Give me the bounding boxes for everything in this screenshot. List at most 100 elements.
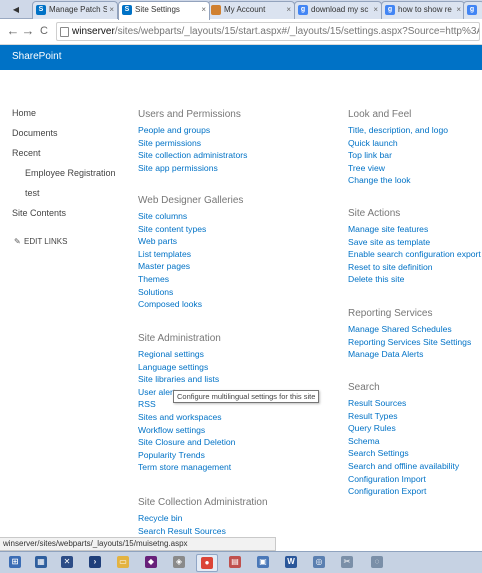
link-people-and-groups[interactable]: People and groups bbox=[138, 124, 247, 137]
link-web-parts[interactable]: Web parts bbox=[138, 235, 243, 248]
link-site-libraries-and-lists[interactable]: Site libraries and lists bbox=[138, 373, 235, 386]
link-site-closure-and-deletion[interactable]: Site Closure and Deletion bbox=[138, 436, 235, 449]
link-tree-view[interactable]: Tree view bbox=[348, 162, 448, 175]
link-site-collection-administrators[interactable]: Site collection administrators bbox=[138, 149, 247, 162]
nav-item-test[interactable]: test bbox=[25, 188, 40, 198]
link-solutions[interactable]: Solutions bbox=[138, 286, 243, 299]
link-manage-site-features[interactable]: Manage site features bbox=[348, 223, 481, 236]
link-result-types[interactable]: Result Types bbox=[348, 410, 459, 423]
link-recycle-bin[interactable]: Recycle bin bbox=[138, 512, 268, 525]
tooltip: Configure multilingual settings for this… bbox=[173, 390, 320, 403]
link-result-sources[interactable]: Result Sources bbox=[348, 397, 459, 410]
taskbar-item[interactable]: ● bbox=[196, 554, 218, 572]
reload-icon[interactable]: C bbox=[37, 24, 51, 38]
group-users-and-permissions: Users and Permissions People and groups Si… bbox=[138, 108, 247, 174]
link-workflow-settings[interactable]: Workflow settings bbox=[138, 424, 235, 437]
link-term-store-management[interactable]: Term store management bbox=[138, 461, 235, 474]
link-top-link-bar[interactable]: Top link bar bbox=[348, 149, 448, 162]
link-popularity-trends[interactable]: Popularity Trends bbox=[138, 449, 235, 462]
nav-item-home[interactable]: Home bbox=[12, 108, 36, 118]
link-master-pages[interactable]: Master pages bbox=[138, 260, 243, 273]
nav-item-employee-registration[interactable]: Employee Registration bbox=[25, 168, 116, 178]
link-site-columns[interactable]: Site columns bbox=[138, 210, 243, 223]
edit-links-button[interactable]: ✎ EDIT LINKS bbox=[14, 237, 67, 246]
close-icon[interactable]: × bbox=[199, 2, 206, 18]
link-reporting-services-site-settings[interactable]: Reporting Services Site Settings bbox=[348, 336, 471, 349]
browser-tab[interactable]: S Site Settings × bbox=[118, 1, 210, 20]
link-themes[interactable]: Themes bbox=[138, 273, 243, 286]
close-icon[interactable]: × bbox=[371, 2, 378, 18]
taskbar-item[interactable]: ◌ bbox=[366, 554, 388, 572]
nav-item-recent[interactable]: Recent bbox=[12, 148, 41, 158]
taskbar-item[interactable]: ▦ bbox=[30, 554, 52, 572]
server-manager-icon: ▦ bbox=[35, 556, 47, 569]
browser-tab-label: download my sc bbox=[311, 5, 369, 14]
back-arrow-icon[interactable]: ← bbox=[6, 24, 20, 38]
google-icon: g bbox=[385, 5, 395, 15]
powershell-icon: › bbox=[89, 556, 101, 569]
link-schema[interactable]: Schema bbox=[348, 435, 459, 448]
taskbar-item[interactable]: › bbox=[84, 554, 106, 572]
link-regional-settings[interactable]: Regional settings bbox=[138, 348, 235, 361]
group-site-collection-administration: Site Collection Administration Recycle bi… bbox=[138, 496, 268, 537]
start-icon: ⊞ bbox=[9, 556, 21, 569]
browser-tab-label: how to show re bbox=[398, 5, 452, 14]
link-manage-shared-schedules[interactable]: Manage Shared Schedules bbox=[348, 323, 471, 336]
taskbar-item[interactable]: ▤ bbox=[224, 554, 246, 572]
taskbar-item[interactable]: ▭ bbox=[112, 554, 134, 572]
image-icon: ▣ bbox=[257, 556, 269, 569]
link-sites-and-workspaces[interactable]: Sites and workspaces bbox=[138, 411, 235, 424]
link-search-settings[interactable]: Search Settings bbox=[348, 447, 459, 460]
link-search-result-sources[interactable]: Search Result Sources bbox=[138, 525, 268, 538]
link-manage-data-alerts[interactable]: Manage Data Alerts bbox=[348, 348, 471, 361]
tab-scroll-back-button[interactable]: ◀ bbox=[4, 2, 28, 17]
group-heading: Web Designer Galleries bbox=[138, 195, 244, 206]
page-icon bbox=[60, 27, 69, 37]
taskbar-item[interactable]: ◈ bbox=[168, 554, 190, 572]
link-composed-looks[interactable]: Composed looks bbox=[138, 298, 243, 311]
forward-arrow-icon[interactable]: → bbox=[21, 24, 35, 38]
link-title-description-and-logo[interactable]: Title, description, and logo bbox=[348, 124, 448, 137]
suite-bar: SharePoint bbox=[0, 45, 482, 70]
link-language-settings[interactable]: Language settings bbox=[138, 361, 235, 374]
url-input[interactable]: winserver/sites/webparts/_layouts/15/sta… bbox=[56, 22, 480, 41]
link-delete-this-site[interactable]: Delete this site bbox=[348, 273, 481, 286]
link-reset-to-site-definition[interactable]: Reset to site definition bbox=[348, 261, 481, 274]
link-enable-search-configuration-export[interactable]: Enable search configuration export bbox=[348, 248, 481, 261]
url-host: winserver bbox=[72, 26, 115, 37]
nav-item-site-contents[interactable]: Site Contents bbox=[12, 208, 66, 218]
close-icon[interactable]: × bbox=[284, 2, 291, 18]
taskbar-item[interactable]: ✕ bbox=[56, 554, 78, 572]
close-icon[interactable]: × bbox=[454, 2, 461, 18]
taskbar-item[interactable]: ▣ bbox=[252, 554, 274, 572]
group-search: Search Result Sources Result Types Query Ru… bbox=[348, 381, 459, 498]
browser-tab[interactable]: g download my sc × bbox=[294, 1, 382, 19]
link-site-content-types[interactable]: Site content types bbox=[138, 223, 243, 236]
google-icon: g bbox=[298, 5, 308, 15]
link-query-rules[interactable]: Query Rules bbox=[348, 422, 459, 435]
sharepoint-icon: S bbox=[122, 5, 132, 15]
link-change-the-look[interactable]: Change the look bbox=[348, 174, 448, 187]
taskbar-item[interactable]: ✂ bbox=[336, 554, 358, 572]
close-icon[interactable]: × bbox=[107, 2, 114, 18]
browser-tab[interactable]: g bbox=[463, 1, 482, 19]
taskbar-item[interactable]: ◎ bbox=[308, 554, 330, 572]
link-quick-launch[interactable]: Quick launch bbox=[348, 137, 448, 150]
link-save-site-as-template[interactable]: Save site as template bbox=[348, 236, 481, 249]
browser-tab[interactable]: My Account × bbox=[207, 1, 295, 19]
link-site-app-permissions[interactable]: Site app permissions bbox=[138, 162, 247, 175]
taskbar-item[interactable]: ◆ bbox=[140, 554, 162, 572]
link-configuration-export[interactable]: Configuration Export bbox=[348, 485, 459, 498]
browser-tab[interactable]: S Manage Patch S × bbox=[32, 1, 118, 19]
taskbar-item[interactable]: W bbox=[280, 554, 302, 572]
nav-item-documents[interactable]: Documents bbox=[12, 128, 58, 138]
sql-icon: ◈ bbox=[173, 556, 185, 569]
link-site-permissions[interactable]: Site permissions bbox=[138, 137, 247, 150]
link-configuration-import[interactable]: Configuration Import bbox=[348, 473, 459, 486]
link-list-templates[interactable]: List templates bbox=[138, 248, 243, 261]
link-search-and-offline-availability[interactable]: Search and offline availability bbox=[348, 460, 459, 473]
sharepoint-brand[interactable]: SharePoint bbox=[12, 51, 61, 62]
browser-tab[interactable]: g how to show re × bbox=[381, 1, 465, 19]
taskbar: ⊞ ▦ ✕ › ▭ ◆ ◈ ● ▤ ▣ W ◎ ✂ ◌ bbox=[0, 551, 482, 573]
taskbar-item[interactable]: ⊞ bbox=[4, 554, 26, 572]
